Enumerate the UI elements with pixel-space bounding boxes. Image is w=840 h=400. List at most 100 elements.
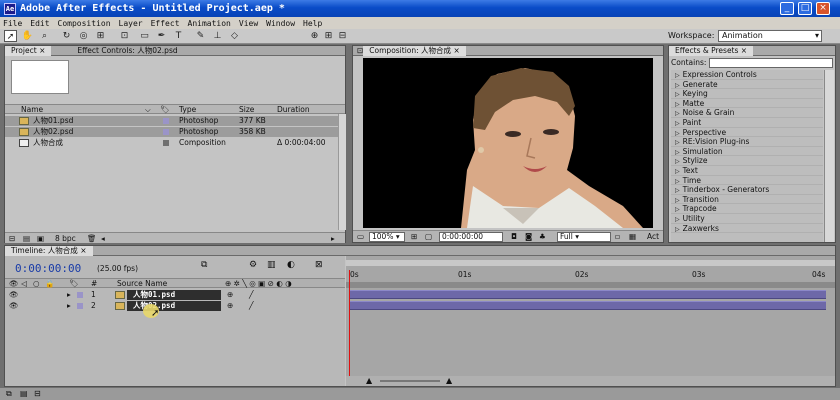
orbit-camera-tool-icon[interactable]: ◎ xyxy=(77,30,90,42)
view-axis-icon[interactable]: ⊟ xyxy=(336,30,349,42)
effect-category[interactable]: Stylize xyxy=(671,156,823,166)
hand-tool-icon[interactable]: ✋ xyxy=(21,30,34,42)
interpret-footage-icon[interactable]: ⊟ xyxy=(9,234,15,243)
effect-category[interactable]: Zaxwerks xyxy=(671,224,823,234)
layer-modes-icon[interactable]: ▤ xyxy=(20,389,28,398)
effect-category[interactable]: Perspective xyxy=(671,128,823,138)
layer-source-name[interactable]: 人物01.psd xyxy=(127,290,221,300)
comp-mini-flowchart-icon[interactable]: ⧉ xyxy=(201,260,207,270)
contains-input[interactable] xyxy=(709,58,833,68)
timeline-layer-row[interactable]: 👁 ▸ 1 人物01.psd ⊕ ╱ xyxy=(5,290,345,300)
graph-editor-icon[interactable]: ⊠ xyxy=(315,260,323,270)
frame-blending-icon[interactable]: ▥ xyxy=(267,260,276,270)
label-column-icon[interactable]: 🏷 xyxy=(160,105,170,115)
shy-switch-icon[interactable]: ⊕ xyxy=(227,290,233,299)
eraser-tool-icon[interactable]: ◇ xyxy=(228,30,241,42)
column-size[interactable]: Size xyxy=(239,105,254,115)
label-swatch[interactable] xyxy=(77,303,83,309)
active-camera-label[interactable]: Act xyxy=(647,232,659,241)
menu-file[interactable]: File xyxy=(3,19,22,28)
type-tool-icon[interactable]: T xyxy=(172,30,185,42)
zoom-tool-icon[interactable]: ⌕ xyxy=(38,30,51,42)
menu-animation[interactable]: Animation xyxy=(188,19,231,28)
tab-project[interactable]: Project × xyxy=(5,45,52,56)
effect-category[interactable]: Utility xyxy=(671,214,823,224)
menu-layer[interactable]: Layer xyxy=(119,19,143,28)
visibility-eye-icon[interactable]: 👁 xyxy=(9,290,19,299)
shy-switch-icon[interactable]: ⊕ xyxy=(227,301,233,310)
layer-duration-bar[interactable] xyxy=(350,290,826,299)
new-composition-icon[interactable]: ▣ xyxy=(37,234,44,243)
brush-tool-icon[interactable]: ✎ xyxy=(194,30,207,42)
effect-category[interactable]: Matte xyxy=(671,99,823,109)
menu-effect[interactable]: Effect xyxy=(151,19,180,28)
column-duration[interactable]: Duration xyxy=(277,105,310,115)
project-scrollbar[interactable] xyxy=(338,114,346,230)
tab-timeline[interactable]: Timeline: 人物合成 × xyxy=(5,245,93,256)
menu-view[interactable]: View xyxy=(239,19,258,28)
project-item-row[interactable]: 人物合成 Composition Δ 0:00:04:00 xyxy=(5,138,345,148)
expand-triangle-icon[interactable]: ▸ xyxy=(67,290,71,299)
trash-icon[interactable]: 🗑 xyxy=(87,234,97,243)
project-item-row[interactable]: 人物01.psd Photoshop 377 KB xyxy=(5,116,345,126)
pen-tool-icon[interactable]: ✒ xyxy=(155,30,168,42)
time-ruler[interactable]: 0s 01s 02s 03s 04s xyxy=(346,262,835,280)
close-tab-icon[interactable]: × xyxy=(453,46,459,55)
tab-effect-controls[interactable]: Effect Controls: 人物02.psd xyxy=(71,46,183,56)
column-source-name[interactable]: Source Name xyxy=(117,279,167,288)
zoom-out-icon[interactable]: ▲ xyxy=(366,376,372,385)
label-swatch[interactable] xyxy=(77,292,83,298)
toggle-switches-icon[interactable]: ⊟ xyxy=(34,389,41,398)
track-xy-camera-tool-icon[interactable]: ⊞ xyxy=(94,30,107,42)
composition-viewer[interactable] xyxy=(363,58,653,228)
column-type[interactable]: Type xyxy=(179,105,196,115)
label-swatch[interactable] xyxy=(163,140,169,146)
current-time-display[interactable]: 0:00:00:00 xyxy=(439,232,503,242)
region-of-interest-icon[interactable]: ▫ xyxy=(615,232,620,241)
menu-edit[interactable]: Edit xyxy=(30,19,49,28)
grid-icon[interactable]: ⊞ xyxy=(411,232,417,241)
quality-switch-icon[interactable]: ╱ xyxy=(249,290,254,299)
resolution-select[interactable]: Full ▾ xyxy=(557,232,611,242)
layer-source-name[interactable]: 人物02.psd xyxy=(127,301,221,311)
effect-category[interactable]: Simulation xyxy=(671,147,823,157)
effect-category[interactable]: Paint xyxy=(671,118,823,128)
tab-composition[interactable]: Composition: 人物合成 × xyxy=(363,45,466,56)
layer-duration-bar[interactable] xyxy=(350,301,826,310)
menu-composition[interactable]: Composition xyxy=(58,19,111,28)
local-axis-icon[interactable]: ⊕ xyxy=(308,30,321,42)
sort-chevron-icon[interactable]: ⌵ xyxy=(145,105,151,115)
zoom-in-icon[interactable]: ▲ xyxy=(446,376,452,385)
close-tab-icon[interactable]: × xyxy=(80,246,86,255)
transparency-grid-icon[interactable]: ▦ xyxy=(629,232,636,241)
magnification-select[interactable]: 100% ▾ xyxy=(369,232,405,242)
effect-category[interactable]: Time xyxy=(671,176,823,186)
effects-scrollbar[interactable] xyxy=(824,70,834,242)
effect-category[interactable]: Text xyxy=(671,166,823,176)
show-snapshot-icon[interactable]: ◙ xyxy=(525,232,532,241)
effect-category[interactable]: Noise & Grain xyxy=(671,108,823,118)
world-axis-icon[interactable]: ⊞ xyxy=(322,30,335,42)
comp-flowchart-icon[interactable]: ⧉ xyxy=(6,389,12,399)
tab-effects-presets[interactable]: Effects & Presets × xyxy=(669,45,754,56)
effect-category[interactable]: Keying xyxy=(671,89,823,99)
scroll-left-icon[interactable]: ◂ xyxy=(101,234,105,243)
menu-window[interactable]: Window xyxy=(266,19,295,28)
effect-category[interactable]: Expression Controls xyxy=(671,70,823,80)
label-swatch[interactable] xyxy=(163,118,169,124)
new-folder-icon[interactable]: ▤ xyxy=(23,234,30,243)
rotation-tool-icon[interactable]: ↻ xyxy=(60,30,73,42)
menu-help[interactable]: Help xyxy=(303,19,322,28)
effect-category[interactable]: Tinderbox - Generators xyxy=(671,185,823,195)
snapshot-icon[interactable]: ◘ xyxy=(511,232,517,241)
close-tab-icon[interactable]: × xyxy=(741,46,747,55)
draft-3d-icon[interactable]: ⚙ xyxy=(249,260,257,270)
visibility-eye-icon[interactable]: 👁 xyxy=(9,301,19,310)
effect-category[interactable]: Trapcode xyxy=(671,204,823,214)
always-preview-icon[interactable]: ▭ xyxy=(357,232,364,241)
column-name[interactable]: Name xyxy=(21,105,43,115)
workspace-select[interactable]: Animation ▾ xyxy=(718,30,822,42)
motion-blur-icon[interactable]: ◐ xyxy=(287,260,295,270)
pan-behind-tool-icon[interactable]: ⊡ xyxy=(118,30,131,42)
maximize-button[interactable]: □ xyxy=(798,2,812,15)
